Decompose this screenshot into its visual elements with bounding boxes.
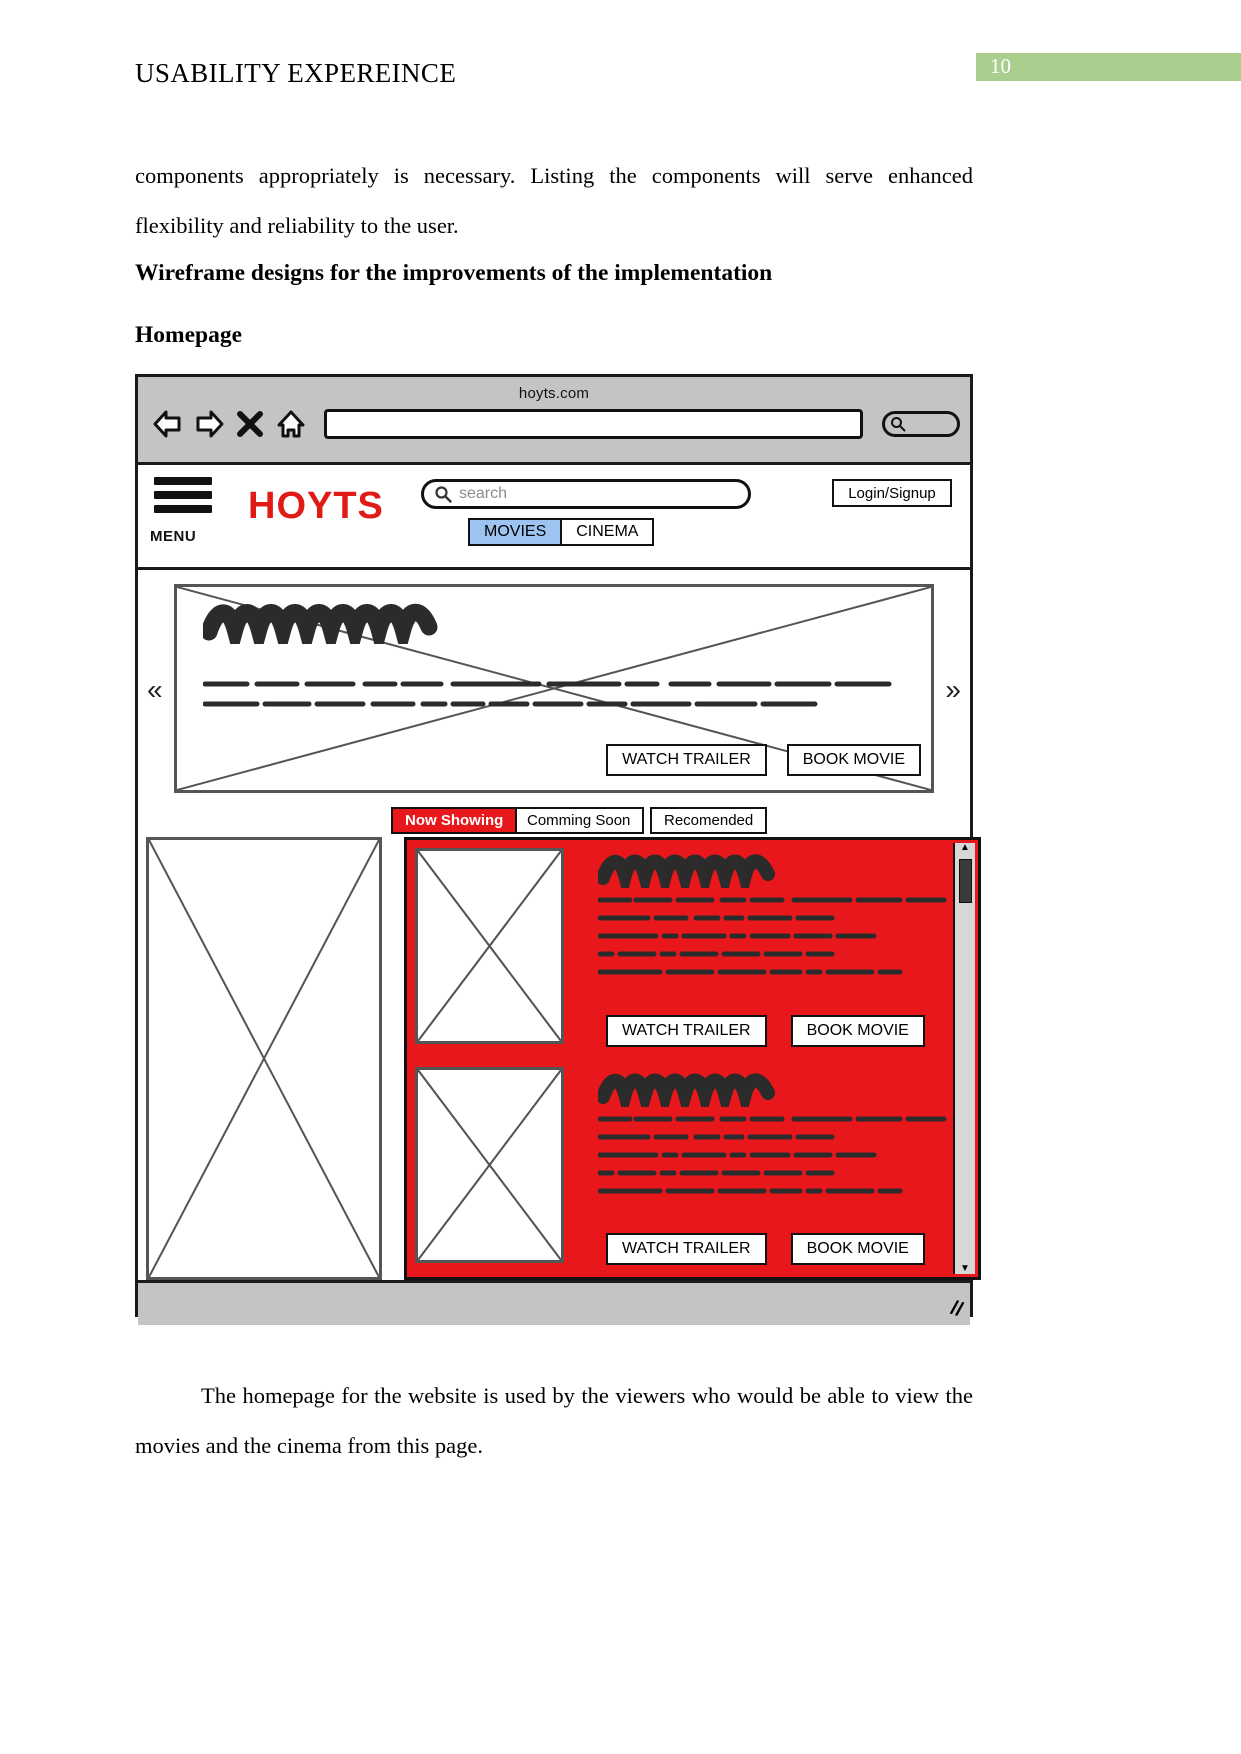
- forward-arrow-icon[interactable]: [193, 409, 225, 439]
- carousel-action-buttons: WATCH TRAILER BOOK MOVIE: [606, 744, 921, 776]
- site-search-placeholder: search: [459, 485, 508, 502]
- hoyts-logo[interactable]: HOYTS: [248, 485, 384, 528]
- browser-search-box[interactable]: [882, 411, 960, 437]
- title-scribble-placeholder: [203, 603, 438, 644]
- hamburger-menu-icon[interactable]: [154, 477, 212, 519]
- panel-scrollbar[interactable]: ▲ ▼: [953, 843, 975, 1274]
- tab-cinema[interactable]: CINEMA: [562, 520, 653, 544]
- movie-action-buttons: WATCH TRAILER BOOK MOVIE: [606, 1014, 925, 1047]
- carousel-prev-button[interactable]: «: [147, 674, 163, 706]
- wireframe-mockup: hoyts.com MENU HOYTS search Login/Signup…: [135, 374, 981, 1325]
- back-arrow-icon[interactable]: [152, 409, 184, 439]
- paragraph-intro: components appropriately is necessary. L…: [135, 162, 973, 238]
- book-movie-button[interactable]: BOOK MOVIE: [790, 1014, 925, 1047]
- window-status-bar: //: [138, 1280, 970, 1325]
- heading-wireframe-designs: Wireframe designs for the improvements o…: [135, 260, 773, 286]
- menu-label: MENU: [150, 528, 197, 545]
- scroll-up-button[interactable]: ▲: [960, 843, 970, 853]
- scroll-down-button[interactable]: ▼: [960, 1264, 970, 1274]
- login-signup-button[interactable]: Login/Signup: [832, 479, 952, 507]
- movie-description-scribble: [598, 897, 947, 975]
- resize-grip-icon[interactable]: //: [948, 1297, 965, 1322]
- movie-poster-placeholder: [415, 848, 564, 1044]
- movie-poster-placeholder: [415, 1066, 564, 1263]
- lower-content: WATCH TRAILER BOOK MOVIE WATCH TRAILER B…: [138, 837, 981, 1280]
- hero-carousel: « » WATCH TRAILER BOOK MOVIE: [138, 570, 970, 805]
- movie-list-item: WATCH TRAILER BOOK MOVIE: [407, 1059, 978, 1278]
- movie-details: WATCH TRAILER BOOK MOVIE: [580, 1067, 978, 1272]
- movie-list-item: WATCH TRAILER BOOK MOVIE: [407, 840, 978, 1059]
- watch-trailer-button[interactable]: WATCH TRAILER: [606, 1014, 767, 1047]
- content-tab-strip: Now Showing Comming Soon Recomended: [138, 807, 970, 837]
- url-input[interactable]: [324, 409, 863, 439]
- movie-description-scribble: [598, 1116, 947, 1193]
- stop-close-icon[interactable]: [234, 409, 266, 439]
- page-number-badge: 10: [976, 53, 1241, 81]
- sidebar-image-placeholder: [146, 837, 382, 1280]
- now-showing-panel: WATCH TRAILER BOOK MOVIE WATCH TRAILER B…: [404, 837, 981, 1280]
- search-icon: [435, 486, 452, 503]
- watch-trailer-button[interactable]: WATCH TRAILER: [606, 1233, 767, 1265]
- body-scribble-placeholder: [203, 681, 892, 707]
- primary-nav-tabs: MOVIES CINEMA: [468, 518, 655, 546]
- carousel-image-placeholder: WATCH TRAILER BOOK MOVIE: [174, 584, 934, 793]
- image-placeholder-cross: [418, 1069, 561, 1260]
- image-placeholder-cross: [149, 840, 379, 1277]
- movie-action-buttons: WATCH TRAILER BOOK MOVIE: [606, 1233, 925, 1265]
- movie-title-scribble: [598, 854, 775, 888]
- tab-now-showing[interactable]: Now Showing: [391, 807, 518, 834]
- home-icon[interactable]: [275, 409, 307, 439]
- movie-title-scribble: [598, 1073, 775, 1107]
- site-search-box[interactable]: search: [421, 479, 751, 509]
- tab-comming-soon[interactable]: Comming Soon: [513, 807, 645, 834]
- book-movie-button[interactable]: BOOK MOVIE: [790, 1233, 925, 1265]
- watch-trailer-button[interactable]: WATCH TRAILER: [606, 744, 767, 776]
- search-icon: [891, 417, 906, 432]
- heading-homepage: Homepage: [135, 322, 243, 348]
- page-number: 10: [990, 54, 1011, 78]
- book-movie-button[interactable]: BOOK MOVIE: [786, 744, 921, 776]
- browser-chrome: hoyts.com: [138, 377, 970, 465]
- tab-recomended[interactable]: Recomended: [650, 807, 768, 834]
- movie-details: WATCH TRAILER BOOK MOVIE: [580, 848, 978, 1053]
- scrollbar-thumb[interactable]: [959, 859, 972, 903]
- paragraph-homepage-description: The homepage for the website is used by …: [135, 1382, 973, 1458]
- carousel-next-button[interactable]: »: [945, 674, 961, 706]
- image-placeholder-cross: [418, 851, 561, 1041]
- tab-movies[interactable]: MOVIES: [470, 520, 563, 544]
- site-header: MENU HOYTS search Login/Signup MOVIES CI…: [138, 465, 970, 570]
- browser-title: hoyts.com: [518, 385, 590, 402]
